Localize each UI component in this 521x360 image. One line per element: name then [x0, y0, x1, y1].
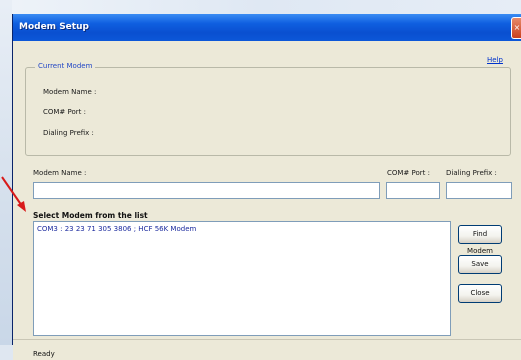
desktop-background-top: [0, 0, 521, 14]
window-title: Modem Setup: [19, 22, 89, 32]
close-window-icon[interactable]: ×: [511, 17, 521, 39]
current-dialing-prefix-label: Dialing Prefix :: [43, 129, 94, 137]
current-modem-group: [25, 67, 511, 156]
modem-setup-window: Modem Setup × Help Current Modem Modem N…: [12, 14, 521, 360]
com-port-input[interactable]: [386, 182, 440, 199]
status-text: Ready: [33, 350, 55, 358]
title-bar[interactable]: Modem Setup ×: [13, 14, 521, 41]
close-button[interactable]: Close: [458, 284, 502, 303]
dialing-prefix-label: Dialing Prefix :: [446, 169, 497, 177]
current-modem-legend: Current Modem: [35, 62, 96, 70]
modem-name-input[interactable]: [33, 182, 380, 199]
status-bar: [13, 339, 521, 360]
dialing-prefix-input[interactable]: [446, 182, 512, 199]
help-link[interactable]: Help: [487, 56, 503, 64]
list-item[interactable]: COM3 : 23 23 71 305 3806 ; HCF 56K Modem: [37, 225, 196, 233]
modem-listbox[interactable]: COM3 : 23 23 71 305 3806 ; HCF 56K Modem: [33, 221, 451, 336]
find-modem-button[interactable]: Find Modem: [458, 225, 502, 255]
modem-list-heading: Select Modem from the list: [33, 211, 148, 220]
save-button[interactable]: Save: [458, 255, 502, 274]
modem-name-label: Modem Name :: [33, 169, 87, 177]
current-modem-name-label: Modem Name :: [43, 88, 97, 96]
com-port-label: COM# Port :: [387, 169, 430, 177]
current-com-port-label: COM# Port :: [43, 108, 86, 116]
red-arrow-annotation: [1, 176, 26, 212]
desktop-background-left: [0, 0, 12, 345]
